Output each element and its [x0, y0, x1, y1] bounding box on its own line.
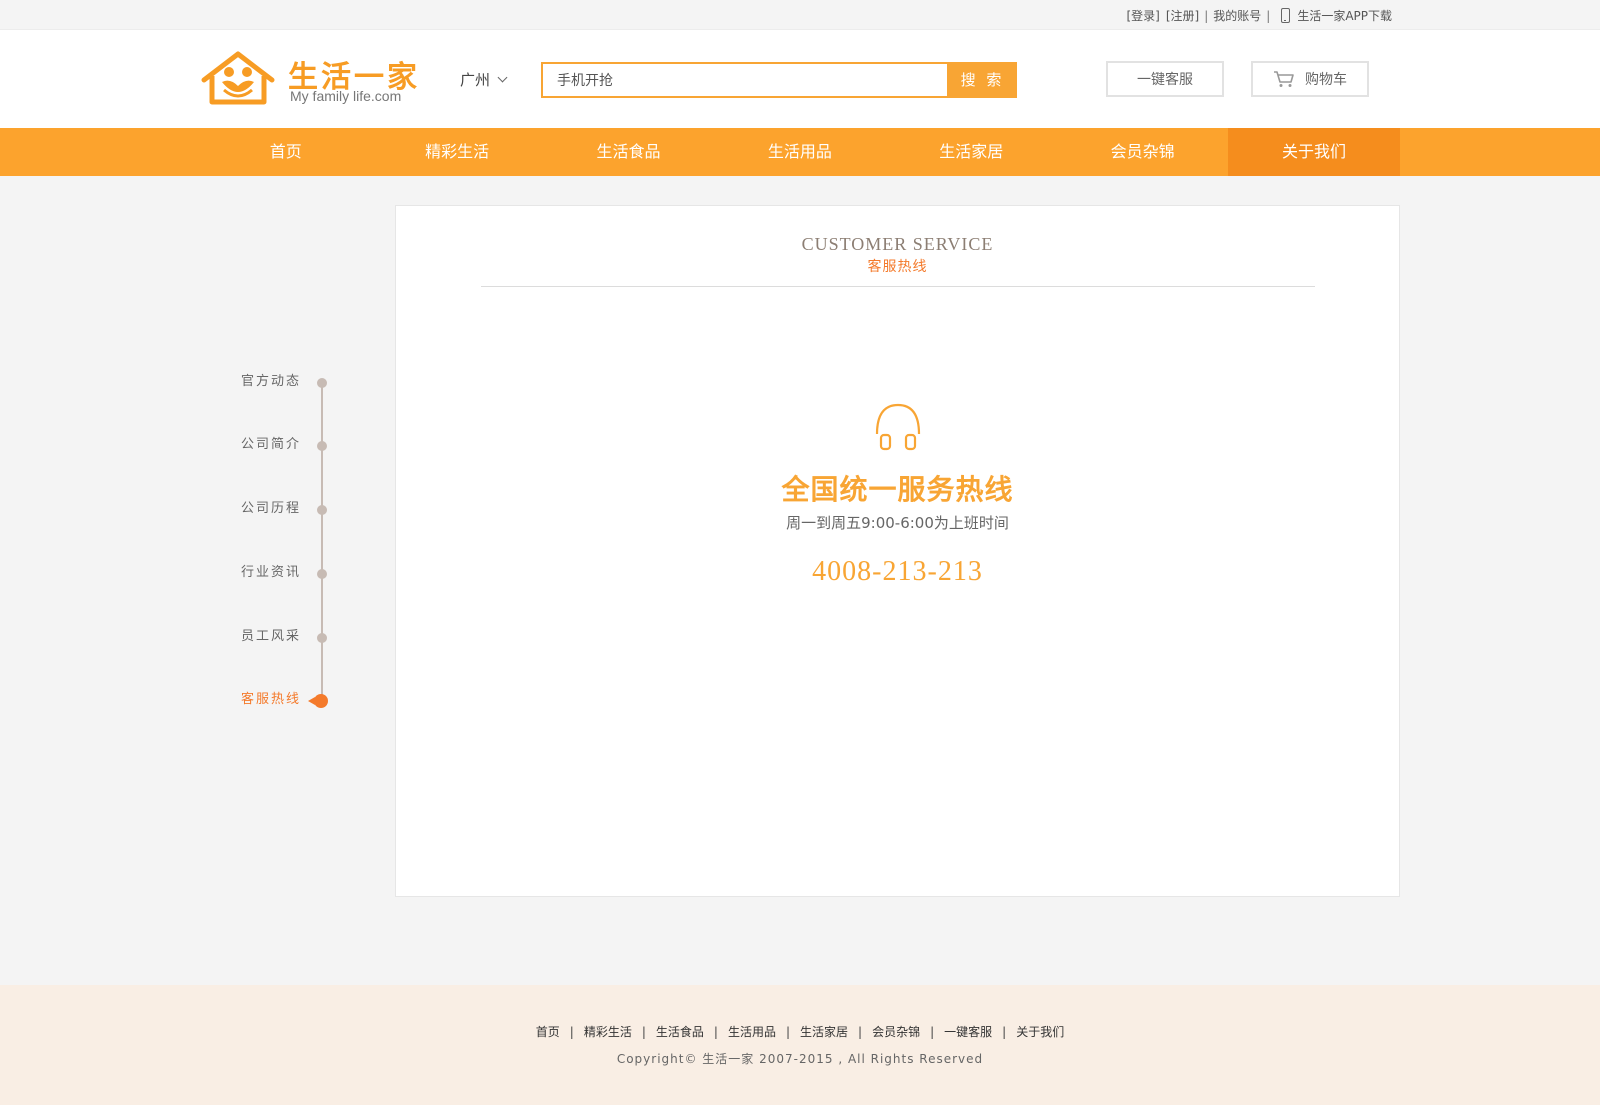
- copyright-text: Copyright© 生活一家 2007-2015 , All Rights R…: [616, 1052, 984, 1066]
- sidebar-item-industry-news[interactable]: 行业资讯: [230, 561, 340, 585]
- sidebar-item-label: 公司简介: [241, 437, 302, 452]
- nav-item-wonderful-life[interactable]: 精彩生活: [371, 128, 542, 176]
- shopping-cart-icon: [1274, 71, 1294, 87]
- footer-separator: |: [641, 1025, 646, 1039]
- logo-subtext: My family life.com: [290, 88, 402, 104]
- nav-item-life-goods[interactable]: 生活用品: [714, 128, 885, 176]
- top-bar: [登录] [注册] | 我的账号 | 生活一家APP下载: [0, 0, 1600, 30]
- sidebar-item-company-profile[interactable]: 公司简介: [230, 433, 340, 457]
- customer-service-button[interactable]: 一键客服: [1106, 61, 1224, 97]
- register-link[interactable]: [注册]: [1166, 7, 1199, 24]
- customer-service-label: 一键客服: [1137, 72, 1193, 88]
- search-button[interactable]: 搜 索: [948, 62, 1017, 98]
- sidebar-item-company-history[interactable]: 公司历程: [230, 497, 340, 521]
- nav-item-about-us[interactable]: 关于我们: [1228, 128, 1400, 176]
- footer-separator: |: [1002, 1025, 1007, 1039]
- chevron-down-icon: [497, 72, 508, 83]
- timeline-dot: [317, 441, 327, 451]
- panel-title-chinese: 客服热线: [867, 259, 928, 275]
- house-logo-icon: [201, 51, 275, 105]
- nav-item-member-misc[interactable]: 会员杂锦: [1057, 128, 1228, 176]
- sidebar-item-label: 行业资讯: [241, 565, 302, 580]
- footer-link-life-goods[interactable]: 生活用品: [728, 1023, 776, 1040]
- sidebar-item-label: 官方动态: [241, 374, 302, 389]
- nav-item-home-furnishing[interactable]: 生活家居: [886, 128, 1057, 176]
- footer-links: 首页 | 精彩生活 | 生活食品 | 生活用品 | 生活家居 | 会员杂锦 | 一键客服 | 关于我们: [0, 1023, 1600, 1040]
- footer-link-wonderful-life[interactable]: 精彩生活: [584, 1023, 632, 1040]
- footer-separator: |: [569, 1025, 574, 1039]
- site-logo[interactable]: 生活一家 My family life.com: [200, 50, 420, 110]
- about-sidebar: 官方动态 公司简介 公司历程 行业资讯 员工风采 客服热线: [230, 370, 340, 710]
- sidebar-item-customer-hotline[interactable]: 客服热线: [230, 688, 340, 712]
- footer-link-member-misc[interactable]: 会员杂锦: [872, 1023, 920, 1040]
- shopping-cart-button[interactable]: 购物车: [1251, 61, 1369, 97]
- search-input[interactable]: [543, 64, 947, 96]
- sidebar-item-official-news[interactable]: 官方动态: [230, 370, 340, 394]
- panel-divider: [481, 286, 1315, 287]
- footer-link-home-furnishing[interactable]: 生活家居: [800, 1023, 848, 1040]
- hotline-number[interactable]: 4008-213-213: [396, 556, 1399, 588]
- main-nav: 首页 精彩生活 生活食品 生活用品 生活家居 会员杂锦 关于我们: [0, 128, 1600, 176]
- sidebar-item-staff-showcase[interactable]: 员工风采: [230, 625, 340, 649]
- hotline-hours: 周一到周五9:00-6:00为上班时间: [786, 514, 1009, 532]
- timeline-dot: [317, 378, 327, 388]
- login-link[interactable]: [登录]: [1126, 7, 1159, 24]
- timeline-dot: [317, 633, 327, 643]
- timeline-dot: [317, 505, 327, 515]
- nav-item-life-food[interactable]: 生活食品: [543, 128, 714, 176]
- customer-service-panel: CUSTOMER SERVICE 客服热线 全国统一服务热线 周一到周五9:00…: [395, 205, 1400, 897]
- timeline-active-dot: [308, 694, 328, 708]
- headset-icon: [875, 403, 921, 451]
- footer-separator: |: [858, 1025, 863, 1039]
- footer-link-customer-service[interactable]: 一键客服: [944, 1023, 992, 1040]
- footer-link-home[interactable]: 首页: [536, 1023, 560, 1040]
- footer-separator: |: [930, 1025, 935, 1039]
- footer-link-life-food[interactable]: 生活食品: [656, 1023, 704, 1040]
- footer: 首页 | 精彩生活 | 生活食品 | 生活用品 | 生活家居 | 会员杂锦 | 一键客服 | 关于我们 Co…: [0, 985, 1600, 1105]
- city-label: 广州: [460, 71, 491, 89]
- sidebar-item-label: 客服热线: [241, 692, 302, 707]
- panel-title-english: CUSTOMER SERVICE: [801, 234, 994, 254]
- top-bar-separator: |: [1266, 8, 1271, 23]
- app-download-link[interactable]: 生活一家APP下载: [1297, 7, 1392, 24]
- footer-link-about-us[interactable]: 关于我们: [1016, 1023, 1064, 1040]
- footer-separator: |: [713, 1025, 718, 1039]
- my-account-link[interactable]: 我的账号: [1213, 7, 1261, 24]
- header: 生活一家 My family life.com 广州 搜 索 一键客服 购物车: [0, 30, 1600, 128]
- top-bar-links: [登录] [注册] | 我的账号 | 生活一家APP下载: [1126, 7, 1392, 24]
- footer-separator: |: [785, 1025, 791, 1039]
- sidebar-item-label: 员工风采: [241, 629, 302, 644]
- shopping-cart-label: 购物车: [1305, 72, 1347, 88]
- sidebar-item-label: 公司历程: [241, 501, 302, 516]
- search-box: [541, 62, 949, 98]
- top-bar-separator: |: [1204, 8, 1209, 23]
- mobile-phone-icon: [1281, 8, 1291, 23]
- timeline-dot: [317, 569, 327, 579]
- hotline-title: 全国统一服务热线: [781, 475, 1014, 506]
- city-selector[interactable]: 广州: [460, 69, 508, 90]
- nav-item-home[interactable]: 首页: [200, 128, 371, 176]
